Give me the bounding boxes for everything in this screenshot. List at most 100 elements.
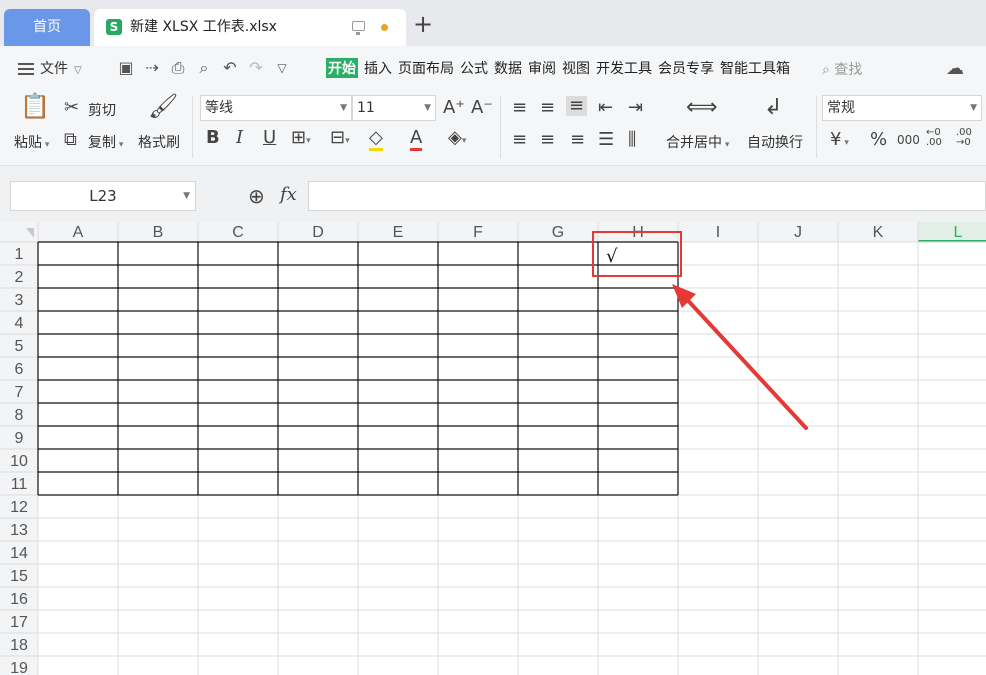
justify-icon[interactable]: ☰ [598,130,614,150]
ribbon-tab-9[interactable]: 智能工具箱 [720,58,790,78]
increase-decimal-icon[interactable]: ←0.00 [926,128,942,148]
zoom-icon[interactable]: ⊕ [248,184,265,208]
undo-icon[interactable]: ↶ [220,58,240,78]
bold-icon[interactable]: B [206,128,220,148]
row-header-17[interactable]: 17 [10,614,28,631]
align-center-icon[interactable]: ≡ [540,130,555,150]
row-header-1[interactable]: 1 [15,246,24,263]
row-header-9[interactable]: 9 [15,430,24,447]
name-box[interactable]: L23 ▼ [10,181,196,211]
redo-icon[interactable]: ↷ [246,58,266,78]
row-header-13[interactable]: 13 [10,522,28,539]
paste-button[interactable]: 粘贴 ▾ [14,132,49,152]
italic-icon[interactable]: I [236,128,243,148]
align-top-icon[interactable]: ≡ [512,98,527,118]
column-header-I[interactable]: I [716,224,720,241]
clear-icon[interactable]: ◈▾ [448,128,466,151]
monitor-icon[interactable] [352,21,365,35]
save-icon[interactable]: ▣ [116,58,136,78]
ribbon-tab-6[interactable]: 视图 [562,58,590,78]
font-name-select[interactable]: 等线 ▼ [200,95,352,121]
ribbon-tab-3[interactable]: 公式 [460,58,488,78]
tab-document[interactable]: S 新建 XLSX 工作表.xlsx [94,9,406,46]
ribbon-tab-2[interactable]: 页面布局 [398,58,454,78]
wrap-text-button[interactable]: 自动换行 [747,132,803,152]
row-header-10[interactable]: 10 [10,453,28,470]
print-icon[interactable]: ⎙ [168,58,188,78]
align-right-icon[interactable]: ≡ [570,130,585,150]
font-size-select[interactable]: 11 ▼ [352,95,436,121]
cut-icon[interactable]: ✂ [64,98,79,118]
borders-icon[interactable]: ⊞▾ [291,128,311,151]
fx-icon[interactable]: fx [280,184,297,205]
align-bottom-icon[interactable]: ≡ [566,96,588,116]
font-color-icon[interactable]: A [410,128,423,151]
row-header-19[interactable]: 19 [10,660,28,675]
row-header-14[interactable]: 14 [10,545,28,562]
formula-input[interactable] [308,181,986,211]
ribbon-tab-5[interactable]: 审阅 [528,58,556,78]
thousands-button[interactable]: 000 [897,130,920,150]
format-painter-icon[interactable]: 🖌 [148,94,178,118]
number-format-select[interactable]: 常规 ▼ [822,95,982,121]
increase-font-icon[interactable]: A⁺ [443,98,465,118]
percent-button[interactable]: % [870,130,887,150]
copy-button[interactable]: 复制 ▾ [88,132,123,152]
row-header-12[interactable]: 12 [10,499,28,516]
column-header-D[interactable]: D [312,224,324,241]
merge-center-icon[interactable]: ⟺ [686,97,718,119]
ribbon-tab-8[interactable]: 会员专享 [658,58,714,78]
row-header-6[interactable]: 6 [15,361,24,378]
wrap-text-icon[interactable]: ↲ [764,97,782,119]
row-header-5[interactable]: 5 [15,338,24,355]
row-header-2[interactable]: 2 [15,269,24,286]
ribbon-tab-0[interactable]: 开始 [326,58,358,78]
fill-color-icon[interactable]: ◇ [369,128,383,151]
align-left-icon[interactable]: ≡ [512,130,527,150]
row-header-3[interactable]: 3 [15,292,24,309]
column-header-K[interactable]: K [873,224,884,241]
new-tab-button[interactable]: + [413,12,433,36]
row-header-8[interactable]: 8 [15,407,24,424]
ribbon-tab-4[interactable]: 数据 [494,58,522,78]
column-header-E[interactable]: E [393,224,404,241]
row-header-4[interactable]: 4 [15,315,24,332]
cloud-icon[interactable]: ☁ [946,58,964,79]
row-header-18[interactable]: 18 [10,637,28,654]
spreadsheet-grid[interactable]: A B C D E F G H I J K L1234567891011121314151617181… [0,222,986,675]
decrease-font-icon[interactable]: A⁻ [471,98,493,118]
column-header-C[interactable]: C [232,224,244,241]
search-box[interactable]: ⌕ 查找 [822,59,862,79]
underline-icon[interactable]: U [263,128,276,148]
column-header-A[interactable]: A [73,224,84,241]
file-menu[interactable]: 文件 ▽ [18,58,82,78]
increase-indent-icon[interactable]: ⇥ [628,98,643,118]
cell-h1-value[interactable]: √ [606,246,618,267]
tab-home[interactable]: 首页 [4,9,90,46]
ribbon-tab-7[interactable]: 开发工具 [596,58,652,78]
cell-style-icon[interactable]: ⊟▾ [330,128,350,151]
row-header-16[interactable]: 16 [10,591,28,608]
row-header-15[interactable]: 15 [10,568,28,585]
column-header-F[interactable]: F [473,224,483,241]
decrease-decimal-icon[interactable]: .00 →0 [956,128,972,148]
distributed-icon[interactable]: ⫼ [628,130,636,150]
ribbon-tab-1[interactable]: 插入 [364,58,392,78]
more-icon[interactable]: ▽ [272,58,292,78]
paste-icon[interactable]: 📋 [20,94,50,118]
merge-center-button[interactable]: 合并居中 ▾ [666,132,729,152]
decrease-indent-icon[interactable]: ⇤ [598,98,613,118]
print-preview-icon[interactable]: ⌕ [194,58,214,78]
column-header-L[interactable]: L [954,224,963,241]
copy-icon[interactable]: ⧉ [64,130,77,150]
format-painter-button[interactable]: 格式刷 [138,132,180,152]
column-header-J[interactable]: J [794,224,802,241]
row-header-11[interactable]: 11 [11,476,28,493]
currency-button[interactable]: ¥ ▾ [830,130,849,153]
align-middle-icon[interactable]: ≡ [540,98,555,118]
export-icon[interactable]: ⇢ [142,58,162,78]
cut-button[interactable]: 剪切 [88,100,116,120]
row-header-7[interactable]: 7 [15,384,24,401]
column-header-B[interactable]: B [153,224,164,241]
column-header-G[interactable]: G [552,224,564,241]
